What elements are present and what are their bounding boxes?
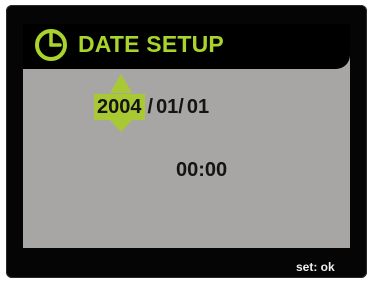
decrease-arrow-icon[interactable] — [110, 120, 132, 132]
date-setup-screen: DATE SETUP — [23, 24, 350, 248]
year-selector[interactable]: 2004 — [94, 74, 145, 132]
time-field[interactable]: 00:00 — [176, 159, 227, 182]
set-ok-hint: set: ok — [296, 260, 335, 274]
year-field[interactable]: 2004 — [94, 94, 145, 120]
increase-arrow-icon[interactable] — [110, 74, 132, 93]
title-bar: DATE SETUP — [23, 24, 350, 69]
day-field[interactable]: 01 — [187, 96, 209, 119]
clock-icon — [35, 29, 67, 61]
page-title: DATE SETUP — [78, 31, 224, 57]
date-field-row: 2004 / 01/ 01 — [94, 74, 209, 132]
date-separator: / — [147, 95, 154, 118]
month-field[interactable]: 01/ — [156, 96, 184, 119]
